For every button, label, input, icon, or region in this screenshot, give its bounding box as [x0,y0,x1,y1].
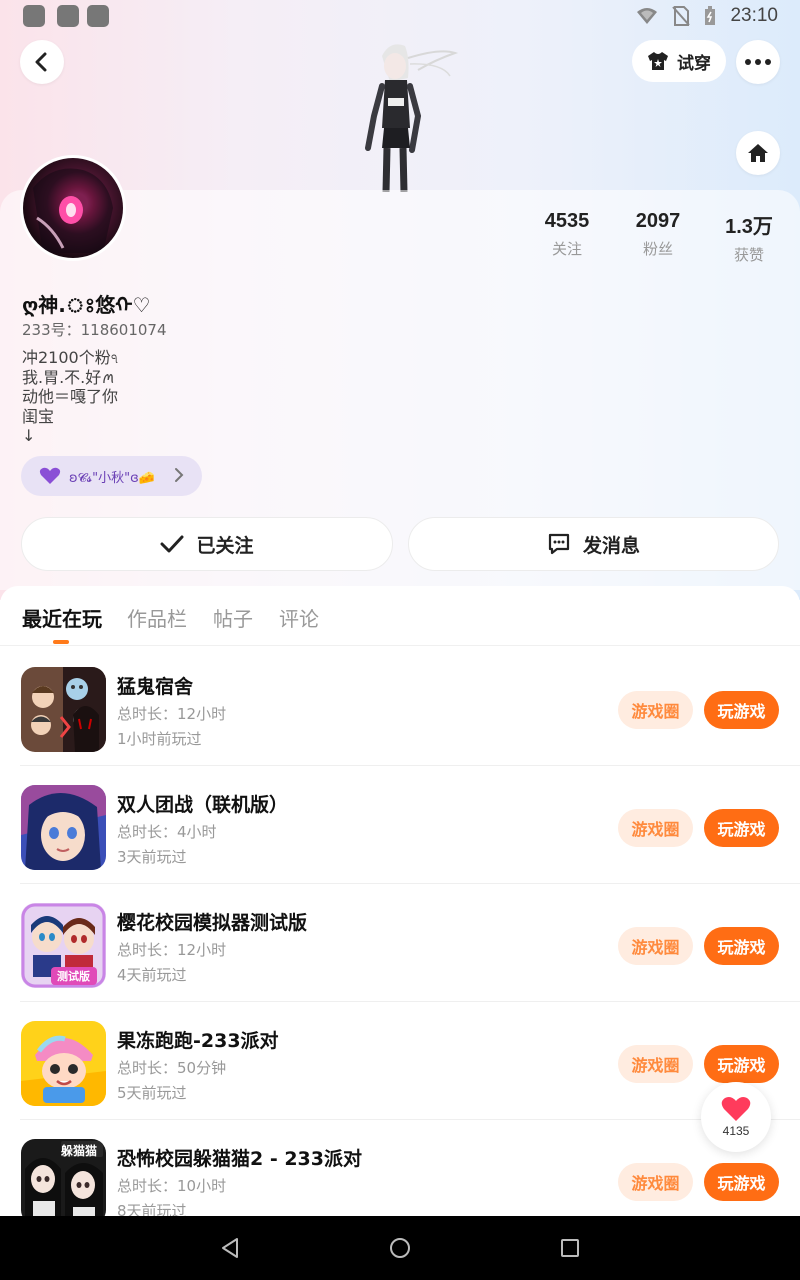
profile-tabs: 最近在玩 作品栏 帖子 评论 [0,586,800,646]
bio-line: 我.胃.不.好ꪔ [22,367,116,387]
stat-following-value: 4535 [544,210,590,232]
game-duration: 总时长：10小时 [117,1177,227,1195]
game-duration: 总时长：4小时 [117,823,217,841]
bio-line: 动他＝嘎了你 [22,387,119,406]
play-game-button[interactable]: 玩游戏 [704,809,779,847]
try-on-label: 试穿 [677,53,711,74]
tab-recently-played[interactable]: 最近在玩 [22,603,102,632]
relationship-pill[interactable]: ʚ𝓒𝓼"小秋"ɞ🧀 [21,456,202,496]
game-circle-button[interactable]: 游戏圈 [618,809,693,847]
chat-bubble-icon [548,533,570,555]
stat-fans-label: 粉丝 [642,240,673,258]
nav-recents-button[interactable] [556,1234,584,1262]
game-duration: 总时长：12小时 [117,941,227,959]
game-icon[interactable] [21,1021,106,1106]
bio-line: 闺宝 [22,406,55,426]
square-recents-icon [561,1239,579,1257]
list-item[interactable]: 双人团战（联机版） 总时长：4小时 3天前玩过 游戏圈 玩游戏 [0,766,800,884]
no-sim-icon [672,6,691,26]
game-icon[interactable]: 测试版 [21,903,106,988]
home-icon [748,144,768,162]
chevron-left-icon [35,52,47,72]
more-options-button[interactable] [736,40,780,84]
nav-back-button[interactable] [216,1234,244,1262]
game-title: 樱花校园模拟器测试版 [117,912,308,934]
game-last-played: 5天前玩过 [117,1084,187,1102]
send-message-label: 发消息 [582,534,640,557]
avatar[interactable] [20,155,126,261]
stat-following[interactable]: 4535 关注 [522,210,612,259]
image-notification-icon [57,5,79,27]
tab-works[interactable]: 作品栏 [127,603,187,632]
heart-icon [721,1097,751,1121]
game-last-played: 4天前玩过 [117,966,187,984]
battery-icon [705,6,716,25]
back-button[interactable] [20,40,64,84]
circle-home-icon [390,1238,410,1258]
try-on-button[interactable]: 试穿 [632,40,726,82]
home-button[interactable] [736,131,780,175]
play-game-button[interactable]: 玩游戏 [704,691,779,729]
list-item[interactable]: 测试版 樱花校园模拟器测试版 总时长：12小时 4天前玩过 游戏圈 玩游戏 [0,884,800,1002]
game-circle-button[interactable]: 游戏圈 [618,1163,693,1201]
stat-following-label: 关注 [551,240,582,258]
more-dots-icon [745,59,771,65]
list-item[interactable]: 猛鬼宿舍 总时长：12小时 1小时前玩过 游戏圈 玩游戏 [0,648,800,766]
heart-icon [39,467,61,484]
game-last-played: 3天前玩过 [117,848,187,866]
nav-home-button[interactable] [386,1234,414,1262]
game-title: 恐怖校园躲猫猫2 - 233派对 [117,1148,362,1170]
wifi-icon [637,8,658,24]
game-icon[interactable] [21,667,106,752]
game-duration: 总时长：12小时 [117,705,227,723]
bio-line: 冲2100个粉ঀ [22,348,118,367]
app-notification-icon [23,5,45,27]
play-game-button[interactable]: 玩游戏 [704,1045,779,1083]
send-message-button[interactable]: 发消息 [408,517,779,571]
followed-label: 已关注 [196,534,254,557]
play-game-button[interactable]: 玩游戏 [704,927,779,965]
stat-likes-value: 1.3万 [725,216,773,238]
user-id: 233号：118601074 [22,321,167,339]
game-circle-button[interactable]: 游戏圈 [618,691,693,729]
followed-button[interactable]: 已关注 [21,517,393,571]
relationship-pill-label: ʚ𝓒𝓼"小秋"ɞ🧀 [69,470,155,486]
checkmark-icon [160,535,184,553]
game-circle-button[interactable]: 游戏圈 [618,1045,693,1083]
stat-likes[interactable]: 1.3万 获赞 [704,210,794,265]
app-notification-icon [87,5,109,27]
nickname: ღ神.ঃ悠ᡣ♡ [22,293,151,317]
active-tab-indicator [53,640,69,644]
game-title: 双人团战（联机版） [117,794,289,816]
like-float-button[interactable]: 4135 [701,1082,771,1152]
status-bar: 23:10 [0,0,800,34]
like-count: 4135 [722,1124,750,1138]
clock: 23:10 [730,5,778,26]
chevron-right-icon [175,468,184,482]
game-duration: 总时长：50分钟 [117,1059,227,1077]
bio-line: ↓ [22,426,36,445]
tab-comments[interactable]: 评论 [279,603,319,632]
game-circle-button[interactable]: 游戏圈 [618,927,693,965]
triangle-back-icon [222,1238,238,1258]
game-title: 果冻跑跑-233派对 [117,1030,279,1052]
stat-fans[interactable]: 2097 粉丝 [613,210,703,259]
tab-posts[interactable]: 帖子 [213,603,253,632]
game-icon[interactable] [21,785,106,870]
shirt-icon [648,52,668,70]
play-game-button[interactable]: 玩游戏 [704,1163,779,1201]
game-icon-text: 躲猫猫 [61,1144,98,1158]
game-title: 猛鬼宿舍 [117,676,194,698]
game-last-played: 1小时前玩过 [117,730,202,748]
avatar-3d-character[interactable] [330,38,470,193]
bio: 冲2100个粉ঀ 我.胃.不.好ꪔ 动他＝嘎了你 闺宝 ↓ [22,348,118,446]
list-item[interactable]: 果冻跑跑-233派对 总时长：50分钟 5天前玩过 游戏圈 玩游戏 [0,1002,800,1120]
game-icon-text: 测试版 [57,970,90,983]
game-icon[interactable]: 躲猫猫 [21,1139,106,1224]
stat-likes-label: 获赞 [733,246,764,264]
system-navigation-bar [0,1216,800,1280]
stat-fans-value: 2097 [635,210,681,232]
